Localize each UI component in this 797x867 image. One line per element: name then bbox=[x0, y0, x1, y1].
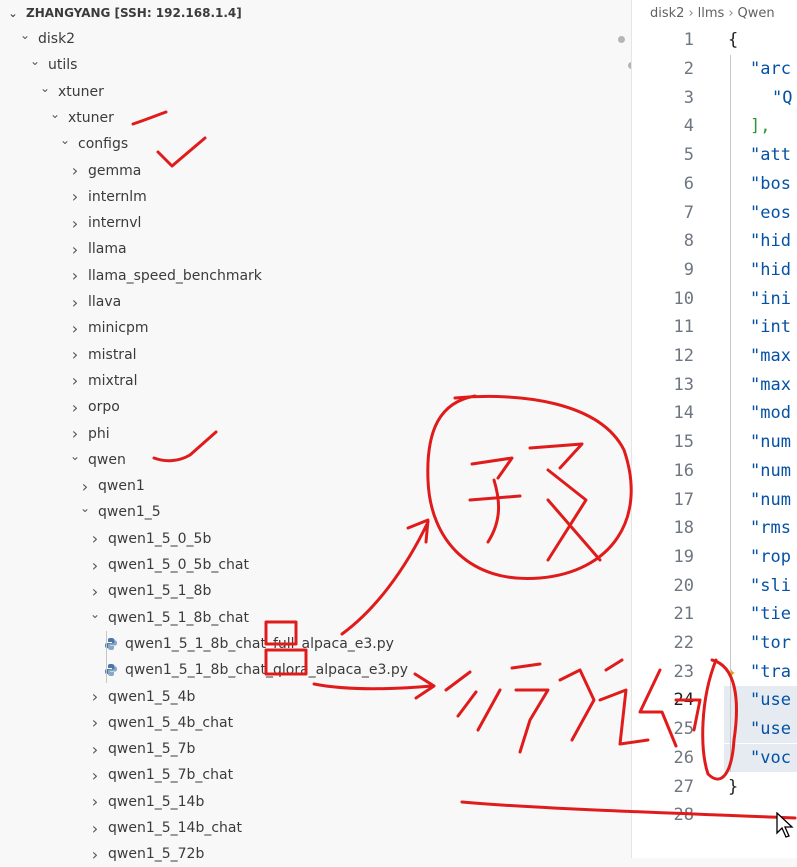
mouse-cursor-icon bbox=[776, 812, 794, 838]
annotation-box-qlora bbox=[264, 648, 308, 676]
annotation-bottom-line bbox=[460, 800, 797, 820]
annotation-box-full bbox=[264, 620, 298, 646]
annotation-underline-xtuner bbox=[131, 110, 168, 126]
annotation-loop-lines bbox=[701, 658, 738, 781]
annotation-arrow-qlora bbox=[312, 672, 436, 700]
annotation-glyph-tune bbox=[444, 658, 702, 754]
annotation-glyph-pre bbox=[468, 442, 602, 562]
annotation-circle bbox=[426, 394, 633, 581]
annotation-check-qwen bbox=[152, 430, 218, 463]
handwritten-annotations bbox=[131, 110, 797, 820]
annotation-check-configs bbox=[156, 136, 207, 168]
annotation-arrow-full bbox=[340, 518, 430, 636]
